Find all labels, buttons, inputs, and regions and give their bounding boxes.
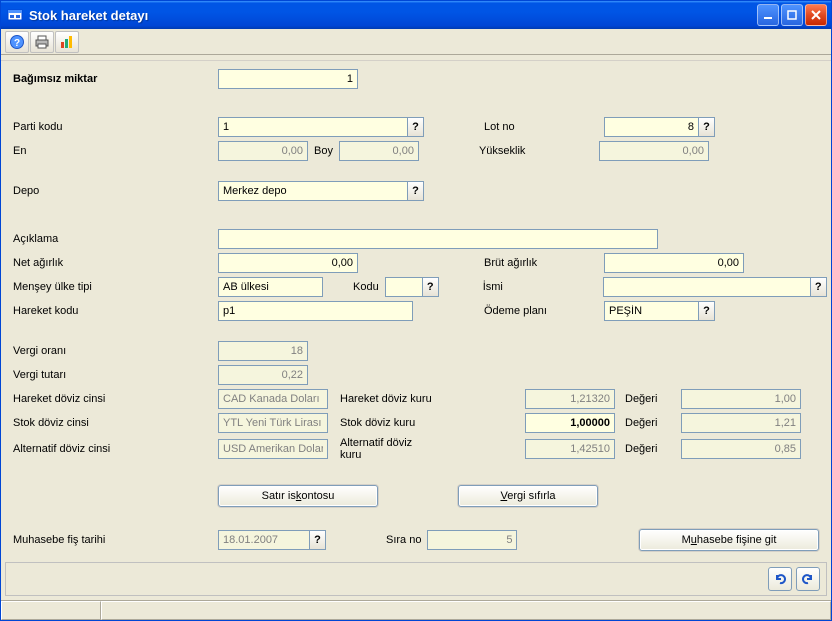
odeme-plani-lookup-button[interactable]: ? xyxy=(699,301,715,321)
undo-button[interactable] xyxy=(768,567,792,591)
en-input xyxy=(218,141,308,161)
label-brut-agirlik: Brüt ağırlık xyxy=(484,257,604,269)
redo-button[interactable] xyxy=(796,567,820,591)
ismi-lookup-button[interactable]: ? xyxy=(811,277,827,297)
help-tool-button[interactable]: ? xyxy=(5,31,29,53)
muhasebe-fisine-git-button[interactable]: Muhasebe fişine git xyxy=(639,529,819,551)
toolbar: ? xyxy=(1,29,831,55)
lot-no-input[interactable] xyxy=(604,117,699,137)
muhasebe-fis-tarihi-lookup-button[interactable]: ? xyxy=(310,530,326,550)
label-sira-no: Sıra no xyxy=(386,534,421,546)
label-ismi: İsmi xyxy=(483,281,603,293)
label-kodu: Kodu xyxy=(353,281,379,293)
label-vergi-tutari: Vergi tutarı xyxy=(13,369,218,381)
mensey-kodu-input[interactable] xyxy=(385,277,423,297)
boy-input xyxy=(339,141,419,161)
bottom-bar xyxy=(5,562,827,596)
print-tool-button[interactable] xyxy=(30,31,54,53)
close-button[interactable] xyxy=(805,4,827,26)
vergi-sifirla-button[interactable]: Vergi sıfırla xyxy=(458,485,598,507)
minimize-button[interactable] xyxy=(757,4,779,26)
label-yukseklik: Yükseklik xyxy=(479,145,599,157)
depo-lookup-button[interactable]: ? xyxy=(408,181,424,201)
label-depo: Depo xyxy=(13,185,218,197)
label-hareket-doviz-kuru: Hareket döviz kuru xyxy=(340,393,435,405)
vergi-orani-input xyxy=(218,341,308,361)
hareket-degeri-input xyxy=(681,389,801,409)
status-cell-1 xyxy=(1,601,101,620)
label-stok-degeri: Değeri xyxy=(625,417,675,429)
muhasebe-fis-tarihi-input xyxy=(218,530,310,550)
statusbar xyxy=(1,600,831,620)
maximize-button[interactable] xyxy=(781,4,803,26)
label-hareket-kodu: Hareket kodu xyxy=(13,305,218,317)
hareket-doviz-kuru-input xyxy=(525,389,615,409)
stok-degeri-input xyxy=(681,413,801,433)
stok-doviz-kuru-input[interactable] xyxy=(525,413,615,433)
label-muhasebe-fis-tarihi: Muhasebe fiş tarihi xyxy=(13,534,218,546)
app-icon xyxy=(7,7,23,23)
aciklama-input[interactable] xyxy=(218,229,658,249)
satir-iskontosu-button[interactable]: Satır iskontosu xyxy=(218,485,378,507)
vergi-tutari-input xyxy=(218,365,308,385)
stok-doviz-cinsi-input xyxy=(218,413,328,433)
chart-tool-button[interactable] xyxy=(55,31,79,53)
svg-text:?: ? xyxy=(14,38,20,49)
ismi-input[interactable] xyxy=(603,277,811,297)
label-net-agirlik: Net ağırlık xyxy=(13,257,218,269)
alternatif-doviz-kuru-input xyxy=(525,439,615,459)
label-lot-no: Lot no xyxy=(484,121,604,133)
label-mensey-ulke-tipi: Menşey ülke tipi xyxy=(13,281,218,293)
yukseklik-input xyxy=(599,141,709,161)
depo-input[interactable] xyxy=(218,181,408,201)
window-title: Stok hareket detayı xyxy=(29,8,757,23)
label-odeme-plani: Ödeme planı xyxy=(484,305,604,317)
label-vergi-orani: Vergi oranı xyxy=(13,345,218,357)
brut-agirlik-input[interactable] xyxy=(604,253,744,273)
bagimsiz-miktar-input[interactable] xyxy=(218,69,358,89)
label-aciklama: Açıklama xyxy=(13,233,218,245)
odeme-plani-input[interactable] xyxy=(604,301,699,321)
window-frame: Stok hareket detayı ? Bağımsız mikta xyxy=(0,0,832,621)
label-alternatif-doviz-cinsi: Alternatif döviz cinsi xyxy=(13,443,218,455)
label-stok-doviz-kuru: Stok döviz kuru xyxy=(340,417,435,429)
label-parti-kodu: Parti kodu xyxy=(13,121,218,133)
parti-kodu-input[interactable] xyxy=(218,117,408,137)
parti-kodu-lookup-button[interactable]: ? xyxy=(408,117,424,137)
hareket-doviz-cinsi-input xyxy=(218,389,328,409)
status-cell-2 xyxy=(101,601,831,620)
mensey-kodu-lookup-button[interactable]: ? xyxy=(423,277,439,297)
label-boy: Boy xyxy=(314,145,333,157)
label-bagimsiz-miktar: Bağımsız miktar xyxy=(13,73,218,85)
label-alternatif-doviz-kuru: Alternatif döviz kuru xyxy=(340,437,435,461)
lot-no-lookup-button[interactable]: ? xyxy=(699,117,715,137)
label-en: En xyxy=(13,145,218,157)
window-controls xyxy=(757,4,827,26)
alternatif-degeri-input xyxy=(681,439,801,459)
hareket-kodu-input[interactable] xyxy=(218,301,413,321)
label-stok-doviz-cinsi: Stok döviz cinsi xyxy=(13,417,218,429)
label-hareket-doviz-cinsi: Hareket döviz cinsi xyxy=(13,393,218,405)
label-hareket-degeri: Değeri xyxy=(625,393,675,405)
client-area: Bağımsız miktar Parti kodu ? Lot no ? En… xyxy=(1,61,831,600)
alternatif-doviz-cinsi-input xyxy=(218,439,328,459)
titlebar: Stok hareket detayı xyxy=(1,1,831,29)
label-alternatif-degeri: Değeri xyxy=(625,443,675,455)
sira-no-input xyxy=(427,530,517,550)
mensey-ulke-tipi-input[interactable] xyxy=(218,277,323,297)
net-agirlik-input[interactable] xyxy=(218,253,358,273)
